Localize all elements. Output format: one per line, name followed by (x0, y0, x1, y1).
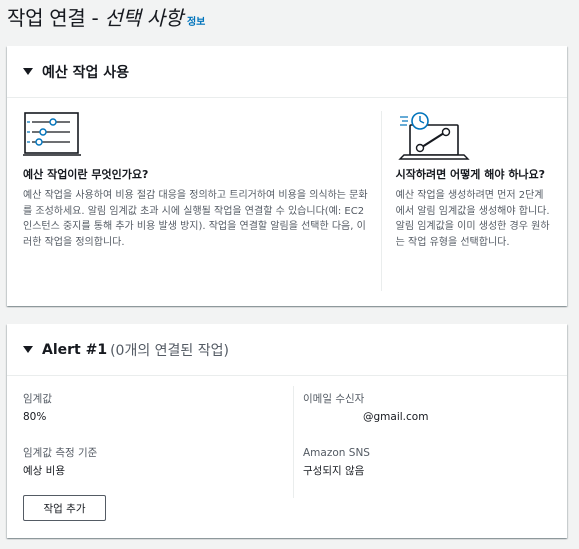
laptop-wrench-icon (396, 111, 551, 160)
howto-start-body: 예산 작업을 생성하려면 먼저 2단계에서 알림 임계값을 생성해야 합니다. … (395, 190, 550, 248)
howto-start-heading: 시작하려면 어떻게 해야 하나요? (395, 168, 546, 181)
budget-actions-howto-panel: 예산 작업 사용 예산 작업이란 무엇인가요? 예산 작업을 사용하여 비용 절… (7, 46, 567, 306)
page-title-optional: 선택 사항 (104, 6, 184, 30)
email-recipients-label: 이메일 수신자 (303, 393, 365, 405)
howto-start-section: 시작하려면 어떻게 해야 하나요? 예산 작업을 생성하려면 먼저 2단계에서 … (382, 111, 551, 304)
email-recipients-value: @gmail.com (363, 411, 429, 423)
info-link[interactable]: 정보 (187, 13, 205, 28)
email-recipients-field: 이메일 수신자 @gmail.com (303, 390, 565, 444)
alert-details: 임계값 80% 임계값 측정 기준 예상 비용 이메일 수신자 @gmail.c… (7, 376, 567, 498)
sns-label: Amazon SNS (303, 447, 370, 459)
alert-panel: Alert #1 (0개의 연결된 작업) 임계값 80% 임계값 측정 기준 … (7, 324, 567, 538)
threshold-value: 80% (23, 411, 47, 423)
howto-panel-title: 예산 작업 사용 (42, 64, 130, 81)
caret-down-icon (23, 346, 33, 353)
threshold-field: 임계값 80% (23, 390, 293, 444)
alert-title: Alert #1 (42, 341, 108, 358)
howto-content: 예산 작업이란 무엇인가요? 예산 작업을 사용하여 비용 절감 대응을 정의하… (7, 98, 567, 304)
sliders-icon (23, 111, 371, 159)
alert-action-count: (0개의 연결된 작업) (110, 342, 229, 359)
howto-panel-header[interactable]: 예산 작업 사용 (7, 46, 567, 98)
threshold-type-label: 임계값 측정 기준 (23, 447, 98, 459)
sns-value: 구성되지 않음 (303, 465, 365, 477)
howto-what-heading: 예산 작업이란 무엇인가요? (23, 168, 149, 181)
page-title-main: 작업 연결 - (7, 6, 105, 30)
page-title: 작업 연결 - 선택 사항 (7, 2, 183, 31)
caret-down-icon (23, 68, 33, 75)
howto-what-body: 예산 작업을 사용하여 비용 절감 대응을 정의하고 트리거하여 비용을 의식하… (23, 190, 368, 248)
howto-what-section: 예산 작업이란 무엇인가요? 예산 작업을 사용하여 비용 절감 대응을 정의하… (23, 111, 382, 291)
sns-field: Amazon SNS 구성되지 않음 (303, 444, 565, 498)
page-header: 작업 연결 - 선택 사항 정보 (7, 2, 205, 32)
alert-details-right: 이메일 수신자 @gmail.com Amazon SNS 구성되지 않음 (294, 386, 565, 498)
threshold-label: 임계값 (23, 393, 52, 405)
alert-panel-header[interactable]: Alert #1 (0개의 연결된 작업) (7, 324, 567, 376)
add-action-button[interactable]: 작업 추가 (23, 495, 106, 521)
threshold-type-value: 예상 비용 (23, 465, 65, 477)
alert-details-left: 임계값 80% 임계값 측정 기준 예상 비용 (23, 386, 294, 498)
threshold-type-field: 임계값 측정 기준 예상 비용 (23, 444, 293, 498)
